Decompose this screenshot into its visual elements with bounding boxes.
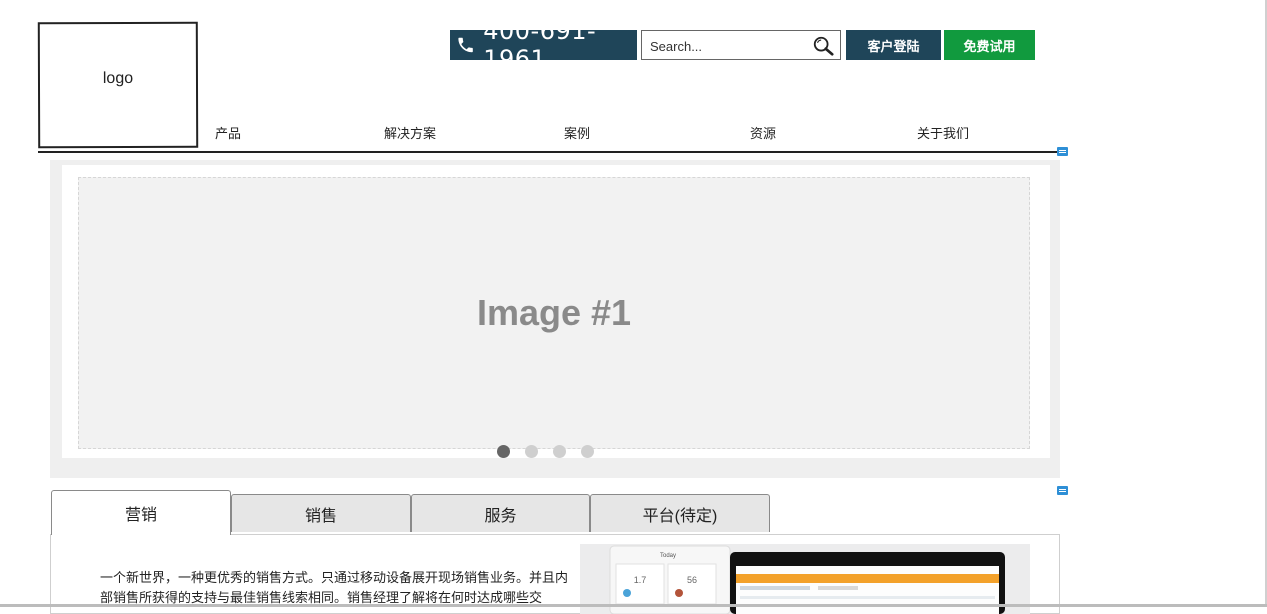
carousel-pagination bbox=[497, 445, 594, 458]
carousel-dot-4[interactable] bbox=[581, 445, 594, 458]
tab-sales[interactable]: 销售 bbox=[231, 494, 411, 532]
carousel-dot-2[interactable] bbox=[525, 445, 538, 458]
free-trial-button[interactable]: 免费试用 bbox=[944, 30, 1035, 60]
carousel-dot-1[interactable] bbox=[497, 445, 510, 458]
logo-text: logo bbox=[102, 69, 134, 88]
phone-icon bbox=[458, 37, 473, 53]
carousel-dot-3[interactable] bbox=[553, 445, 566, 458]
tab-platform[interactable]: 平台(待定) bbox=[590, 494, 770, 532]
carousel: Image #1 bbox=[50, 160, 1060, 478]
carousel-frame: Image #1 bbox=[62, 165, 1050, 458]
screenshot-metric-b: 56 bbox=[687, 575, 697, 585]
nav-item-resources[interactable]: 资源 bbox=[750, 123, 776, 142]
nav-item-products[interactable]: 产品 bbox=[215, 123, 241, 142]
note-marker-icon[interactable] bbox=[1057, 147, 1068, 156]
screenshot-today-label: Today bbox=[660, 553, 676, 559]
search-input[interactable] bbox=[648, 32, 812, 60]
screenshot-metric-a: 1.7 bbox=[634, 575, 647, 585]
tab-panel-description: 一个新世界，一种更优秀的销售方式。只通过移动设备展开现场销售业务。并且内部销售所… bbox=[100, 570, 569, 605]
logo-placeholder[interactable]: logo bbox=[37, 21, 199, 149]
tab-service[interactable]: 服务 bbox=[411, 494, 590, 532]
phone-banner: 400-691-1961 bbox=[450, 17, 637, 73]
note-marker-icon[interactable] bbox=[1057, 486, 1068, 495]
search-box[interactable] bbox=[641, 30, 841, 60]
header-divider bbox=[38, 151, 1058, 153]
image-placeholder-label: Image #1 bbox=[476, 292, 632, 333]
tab-marketing[interactable]: 营销 bbox=[51, 490, 231, 535]
phone-number: 400-691-1961 bbox=[483, 17, 597, 73]
search-icon[interactable] bbox=[812, 35, 834, 57]
nav-item-about[interactable]: 关于我们 bbox=[917, 123, 969, 142]
carousel-slide-image[interactable]: Image #1 bbox=[78, 177, 1030, 449]
nav-item-solutions[interactable]: 解决方案 bbox=[384, 123, 436, 142]
nav-item-cases[interactable]: 案例 bbox=[564, 123, 590, 142]
customer-login-button[interactable]: 客户登陆 bbox=[846, 30, 941, 60]
